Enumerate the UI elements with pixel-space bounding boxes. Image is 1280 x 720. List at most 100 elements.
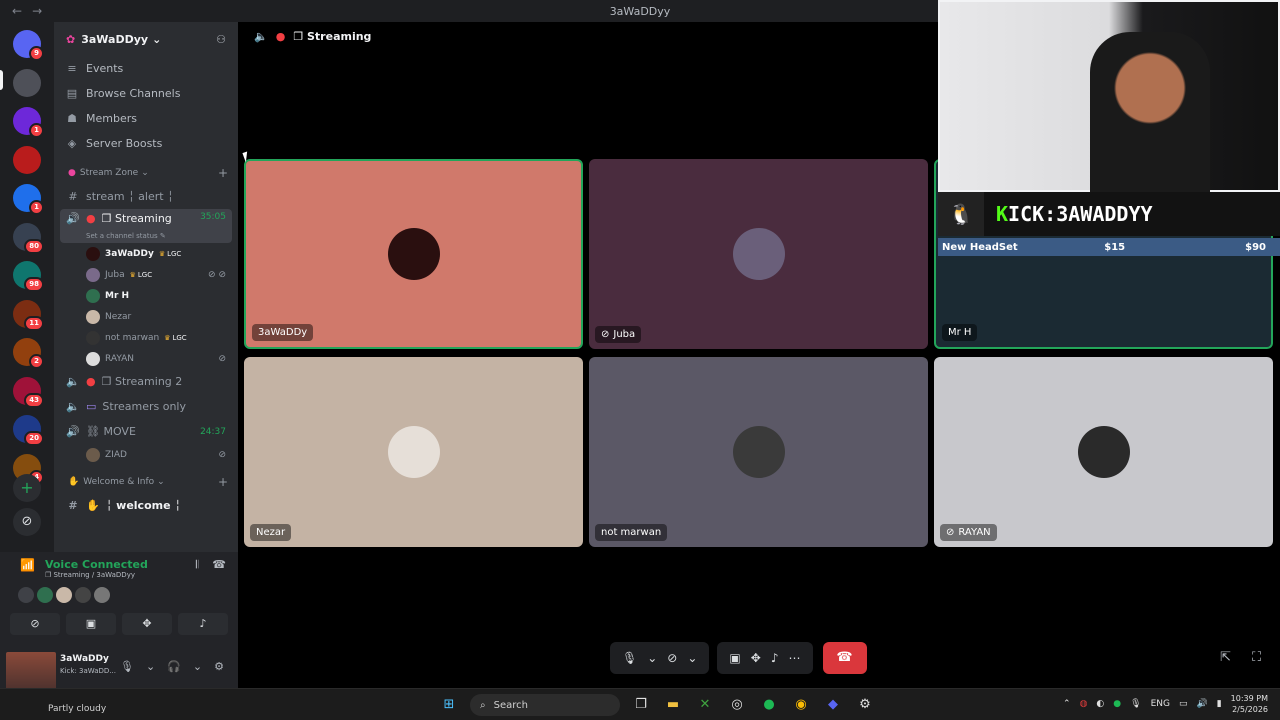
fullscreen-icon[interactable]: ⛶ bbox=[1252, 650, 1261, 665]
discover-icon[interactable]: ⊘ bbox=[13, 508, 41, 536]
channel-status[interactable]: Set a channel status ✎ bbox=[66, 232, 232, 240]
obs-icon[interactable]: ◎ bbox=[726, 694, 748, 716]
camera-off-button[interactable]: ⊘ bbox=[10, 613, 60, 635]
activities-button[interactable]: ✥ bbox=[122, 613, 172, 635]
microphone-icon[interactable]: 🎙 bbox=[622, 651, 637, 665]
chevron-down-icon[interactable]: ⌄ bbox=[687, 651, 697, 665]
avatar[interactable] bbox=[37, 587, 53, 603]
tile-label: not marwan bbox=[595, 524, 668, 541]
soundboard-icon[interactable]: ♪ bbox=[771, 651, 779, 665]
headphones-icon[interactable]: 🎧 bbox=[167, 660, 181, 673]
add-channel-icon[interactable]: + bbox=[218, 475, 228, 489]
video-tile[interactable]: 3aWaDDy bbox=[244, 159, 583, 349]
server-6-icon[interactable]: 98 bbox=[13, 261, 44, 292]
discord-home-icon[interactable]: 9 bbox=[13, 30, 44, 61]
chrome-icon[interactable]: ◉ bbox=[790, 694, 812, 716]
xbox-icon[interactable]: ✕ bbox=[694, 694, 716, 716]
voice-connected-title[interactable]: Voice Connected bbox=[45, 558, 148, 571]
channel-label: ╎ welcome ╎ bbox=[105, 499, 182, 512]
more-icon[interactable]: ⋯ bbox=[789, 651, 801, 665]
screen-share-button[interactable]: ▣ bbox=[66, 613, 116, 635]
chevron-down-icon: ⌄ bbox=[152, 32, 162, 46]
category-welcome-info[interactable]: ✋ Welcome & Info ⌄ + bbox=[54, 471, 238, 493]
microphone-tray-icon[interactable]: 🎙 bbox=[1130, 699, 1141, 709]
spotify-icon[interactable]: ● bbox=[758, 694, 780, 716]
voice-user[interactable]: Mr H bbox=[54, 285, 238, 306]
language-indicator[interactable]: ENG bbox=[1151, 699, 1170, 709]
nav-item-members[interactable]: ☗ Members bbox=[54, 106, 238, 131]
chevron-down-icon[interactable]: ⌄ bbox=[193, 660, 202, 673]
settings-icon[interactable]: ⚙ bbox=[854, 694, 876, 716]
voice-user[interactable]: not marwan LGC bbox=[54, 327, 238, 348]
video-tile[interactable]: ⊘ RAYAN bbox=[934, 357, 1273, 547]
avatar[interactable] bbox=[56, 587, 72, 603]
nav-item-events[interactable]: ≡ Events bbox=[54, 56, 238, 81]
nav-item-server-boosts[interactable]: ◈ Server Boosts bbox=[54, 131, 238, 156]
voice-user[interactable]: RAYAN ⊘ bbox=[54, 348, 238, 369]
activities-icon[interactable]: ✥ bbox=[751, 651, 761, 665]
task-view-icon[interactable]: ❐ bbox=[630, 694, 652, 716]
channel-welcome[interactable]: # ✋ ╎ welcome ╎ bbox=[60, 493, 232, 518]
avatar bbox=[86, 447, 100, 462]
disconnect-icon[interactable]: ☎ bbox=[212, 558, 226, 572]
voice-user-ziad[interactable]: ZIAD ⊘ bbox=[54, 444, 238, 465]
video-tile[interactable]: ⊘ Juba bbox=[589, 159, 928, 349]
voice-user[interactable]: Nezar bbox=[54, 306, 238, 327]
volume-icon[interactable]: 🔊 bbox=[1197, 699, 1208, 709]
server-10-icon[interactable]: 20 bbox=[13, 415, 44, 446]
server-4-icon[interactable]: 1 bbox=[13, 184, 44, 215]
avatar[interactable] bbox=[75, 587, 91, 603]
camera-off-icon[interactable]: ⊘ bbox=[667, 651, 677, 665]
server-8-icon[interactable]: 2 bbox=[13, 338, 44, 369]
server-1-icon[interactable] bbox=[13, 68, 41, 97]
clock[interactable]: 10:39 PM 2/5/2026 bbox=[1231, 693, 1268, 715]
file-explorer-icon[interactable]: ▬ bbox=[662, 694, 684, 716]
webcam-person bbox=[1090, 32, 1210, 192]
battery-icon[interactable]: ▮ bbox=[1217, 699, 1222, 709]
popout-icon[interactable]: ⇱ bbox=[1220, 650, 1231, 665]
discord-icon[interactable]: ◆ bbox=[822, 694, 844, 716]
video-tile[interactable]: not marwan bbox=[589, 357, 928, 547]
category-stream-zone[interactable]: ● Stream Zone ⌄ + bbox=[54, 162, 238, 184]
server-5-icon[interactable]: 80 bbox=[13, 222, 44, 254]
hang-up-button[interactable]: ☎ bbox=[822, 642, 867, 674]
chevron-down-icon[interactable]: ⌄ bbox=[146, 660, 155, 673]
gear-icon[interactable]: ⚙ bbox=[214, 660, 224, 673]
server-9-icon[interactable]: 43 bbox=[13, 376, 44, 408]
network-icon[interactable]: ▭ bbox=[1179, 699, 1188, 709]
windows-start-icon[interactable]: ⊞ bbox=[438, 694, 460, 716]
add-member-icon[interactable]: ⚇ bbox=[216, 33, 226, 46]
weather-text[interactable]: Partly cloudy bbox=[48, 704, 106, 714]
tray-app-icon[interactable]: ◐ bbox=[1096, 699, 1104, 709]
voice-user[interactable]: 3aWaDDy LGC bbox=[54, 243, 238, 264]
channel-stream-alert[interactable]: # stream ╎ alert ╎ bbox=[60, 184, 232, 209]
channel-move[interactable]: 🔊 ⛓ MOVE 24:37 bbox=[60, 419, 232, 444]
channel-streaming-2[interactable]: 🔈 ● ❐ Streaming 2 bbox=[60, 369, 232, 394]
server-3-icon[interactable] bbox=[13, 145, 41, 174]
voice-channel-path[interactable]: ❐ Streaming / 3aWaDDyy bbox=[45, 571, 148, 579]
add-channel-icon[interactable]: + bbox=[218, 166, 228, 180]
noise-suppression-icon[interactable]: 𝄃 bbox=[196, 558, 198, 572]
signal-icon[interactable]: 📶 bbox=[20, 558, 35, 572]
server-7-icon[interactable]: 11 bbox=[13, 299, 44, 331]
account-name[interactable]: 3aWaDDy bbox=[60, 654, 109, 664]
chevron-down-icon[interactable]: ⌄ bbox=[647, 651, 657, 665]
avatar[interactable] bbox=[18, 587, 34, 603]
tray-app-icon[interactable]: ◍ bbox=[1080, 699, 1088, 709]
spotify-tray-icon[interactable]: ● bbox=[1113, 699, 1121, 709]
nav-item-browse-channels[interactable]: ▤ Browse Channels bbox=[54, 81, 238, 106]
channel-streamers-only[interactable]: 🔈 ▭ Streamers only bbox=[60, 394, 232, 419]
chevron-up-icon[interactable]: ⌃ bbox=[1063, 699, 1071, 709]
screen-share-icon[interactable]: ▣ bbox=[729, 651, 740, 665]
video-tile[interactable]: Nezar bbox=[244, 357, 583, 547]
server-2-icon[interactable]: 1 bbox=[13, 107, 44, 138]
avatar[interactable] bbox=[94, 587, 110, 603]
voice-user[interactable]: Juba LGC ⊘ ⊘ bbox=[54, 264, 238, 285]
taskbar-search[interactable]: ⌕ Search bbox=[470, 694, 620, 716]
microphone-icon[interactable]: 🎙 bbox=[120, 660, 134, 673]
add-server-icon[interactable]: + bbox=[13, 474, 41, 502]
channel-streaming[interactable]: 🔊 ● ❐ Streaming 35:05 Set a channel stat… bbox=[60, 209, 232, 243]
nav-icon: ≡ bbox=[67, 62, 77, 75]
soundboard-button[interactable]: ♪ bbox=[178, 613, 228, 635]
server-header[interactable]: ✿ 3aWaDDyy ⌄ ⚇ bbox=[54, 22, 238, 56]
